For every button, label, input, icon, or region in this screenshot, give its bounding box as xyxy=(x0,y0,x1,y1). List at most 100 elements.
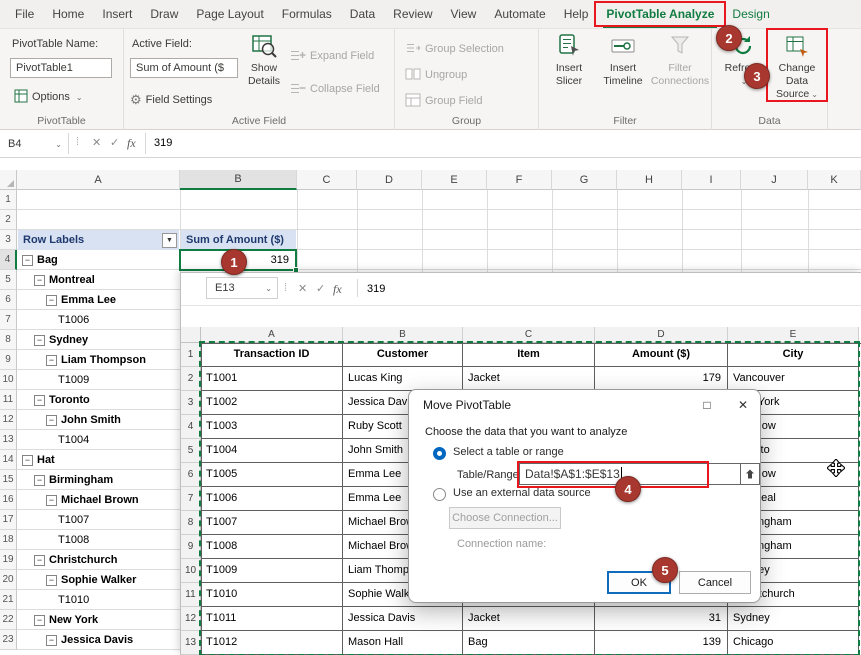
collapse-outline-button[interactable]: − xyxy=(34,335,45,346)
overlay-row-header-9[interactable]: 9 xyxy=(181,535,201,559)
overlay-row-header-4[interactable]: 4 xyxy=(181,415,201,439)
collapse-outline-button[interactable]: − xyxy=(22,455,33,466)
pivot-row[interactable]: −New York xyxy=(18,610,178,630)
collapse-outline-button[interactable]: − xyxy=(34,555,45,566)
pivot-row[interactable]: T1004 xyxy=(18,430,178,450)
row-header-5[interactable]: 5 xyxy=(0,270,17,290)
pivot-row[interactable]: −Birmingham xyxy=(18,470,178,490)
tab-automate[interactable]: Automate xyxy=(485,0,554,28)
overlay-row-header-5[interactable]: 5 xyxy=(181,439,201,463)
table-cell[interactable]: T1010 xyxy=(201,583,343,607)
column-header-A[interactable]: A xyxy=(17,170,180,190)
range-picker-button[interactable] xyxy=(741,463,760,485)
column-header-F[interactable]: F xyxy=(487,170,552,190)
row-header-19[interactable]: 19 xyxy=(0,550,17,570)
tab-insert[interactable]: Insert xyxy=(93,0,141,28)
pivot-row-labels-header[interactable]: Row Labels ▼ xyxy=(18,230,179,250)
table-cell[interactable]: Vancouver xyxy=(728,367,859,391)
table-cell[interactable]: T1006 xyxy=(201,487,343,511)
tab-file[interactable]: File xyxy=(6,0,43,28)
collapse-outline-button[interactable]: − xyxy=(34,475,45,486)
overlay-column-header-C[interactable]: C xyxy=(463,327,595,343)
pivot-row[interactable]: −Sydney xyxy=(18,330,178,350)
overlay-column-header-E[interactable]: E xyxy=(728,327,859,343)
table-cell[interactable]: 139 xyxy=(595,631,728,655)
overlay-row-header-1[interactable]: 1 xyxy=(181,343,201,367)
row-header-17[interactable]: 17 xyxy=(0,510,17,530)
row-header-1[interactable]: 1 xyxy=(0,190,17,210)
row-header-21[interactable]: 21 xyxy=(0,590,17,610)
insert-slicer-button[interactable]: Insert Slicer xyxy=(543,31,595,88)
cancel-button[interactable]: ✕ xyxy=(92,136,101,149)
select-all-corner[interactable] xyxy=(181,327,201,343)
tab-draw[interactable]: Draw xyxy=(141,0,187,28)
row-header-14[interactable]: 14 xyxy=(0,450,17,470)
pivot-row[interactable]: T1009 xyxy=(18,370,178,390)
formula-bar-value[interactable]: 319 xyxy=(367,283,385,295)
pivot-row[interactable]: −Liam Thompson xyxy=(18,350,178,370)
field-settings-button[interactable]: ⚙ Field Settings xyxy=(130,90,212,110)
tab-view[interactable]: View xyxy=(442,0,486,28)
pivot-row[interactable]: −Emma Lee xyxy=(18,290,178,310)
cancel-button[interactable]: ✕ xyxy=(298,282,307,295)
name-box[interactable]: B4 ⌄ xyxy=(0,133,68,155)
insert-function-button[interactable]: fx xyxy=(127,136,136,151)
pivot-row[interactable]: −Jessica Davis xyxy=(18,630,178,650)
collapse-outline-button[interactable]: − xyxy=(34,615,45,626)
pivot-row[interactable]: T1007 xyxy=(18,510,178,530)
overlay-column-header-D[interactable]: D xyxy=(595,327,728,343)
pivot-row[interactable]: T1008 xyxy=(18,530,178,550)
pivot-row[interactable]: −Montreal xyxy=(18,270,178,290)
table-cell[interactable]: Chicago xyxy=(728,631,859,655)
column-header-K[interactable]: K xyxy=(808,170,861,190)
tab-data[interactable]: Data xyxy=(341,0,384,28)
table-cell[interactable]: T1001 xyxy=(201,367,343,391)
pivot-row[interactable]: T1006 xyxy=(18,310,178,330)
filter-dropdown-button[interactable]: ▼ xyxy=(162,233,177,248)
row-header-16[interactable]: 16 xyxy=(0,490,17,510)
overlay-row-header-11[interactable]: 11 xyxy=(181,583,201,607)
tab-formulas[interactable]: Formulas xyxy=(273,0,341,28)
collapse-outline-button[interactable]: − xyxy=(22,255,33,266)
pivot-row[interactable]: −John Smith xyxy=(18,410,178,430)
pivot-row[interactable]: −Hat xyxy=(18,450,178,470)
table-cell[interactable]: Mason Hall xyxy=(343,631,463,655)
row-header-8[interactable]: 8 xyxy=(0,330,17,350)
close-button[interactable]: ✕ xyxy=(725,390,761,420)
collapse-outline-button[interactable]: − xyxy=(46,495,57,506)
column-header-J[interactable]: J xyxy=(741,170,808,190)
tab-review[interactable]: Review xyxy=(384,0,441,28)
row-header-12[interactable]: 12 xyxy=(0,410,17,430)
pivot-row[interactable]: −Toronto xyxy=(18,390,178,410)
collapse-outline-button[interactable]: − xyxy=(46,635,57,646)
table-cell[interactable]: T1003 xyxy=(201,415,343,439)
options-button[interactable]: Options ⌄ xyxy=(14,87,83,107)
column-header-H[interactable]: H xyxy=(617,170,682,190)
select-table-range-radio[interactable] xyxy=(433,447,446,460)
column-header-E[interactable]: E xyxy=(422,170,487,190)
overlay-row-header-8[interactable]: 8 xyxy=(181,511,201,535)
row-header-11[interactable]: 11 xyxy=(0,390,17,410)
collapse-outline-button[interactable]: − xyxy=(46,415,57,426)
tab-pivottable-analyze[interactable]: PivotTable Analyze xyxy=(597,0,723,28)
tab-home[interactable]: Home xyxy=(43,0,93,28)
overlay-row-header-13[interactable]: 13 xyxy=(181,631,201,655)
enter-button[interactable]: ✓ xyxy=(110,136,119,149)
name-box-splitter[interactable]: ⁞ xyxy=(284,282,286,294)
collapse-outline-button[interactable]: − xyxy=(34,395,45,406)
table-cell[interactable]: T1007 xyxy=(201,511,343,535)
active-field-input[interactable]: Sum of Amount ($ xyxy=(130,58,238,78)
collapse-outline-button[interactable]: − xyxy=(34,275,45,286)
overlay-column-header-A[interactable]: A xyxy=(201,327,343,343)
enter-button[interactable]: ✓ xyxy=(316,282,325,295)
row-header-18[interactable]: 18 xyxy=(0,530,17,550)
table-cell[interactable]: Jacket xyxy=(463,607,595,631)
collapse-outline-button[interactable]: − xyxy=(46,575,57,586)
pivot-row[interactable]: −Bag xyxy=(18,250,178,270)
row-header-6[interactable]: 6 xyxy=(0,290,17,310)
row-header-15[interactable]: 15 xyxy=(0,470,17,490)
column-header-G[interactable]: G xyxy=(552,170,617,190)
collapse-outline-button[interactable]: − xyxy=(46,295,57,306)
row-header-22[interactable]: 22 xyxy=(0,610,17,630)
row-header-23[interactable]: 23 xyxy=(0,630,17,650)
